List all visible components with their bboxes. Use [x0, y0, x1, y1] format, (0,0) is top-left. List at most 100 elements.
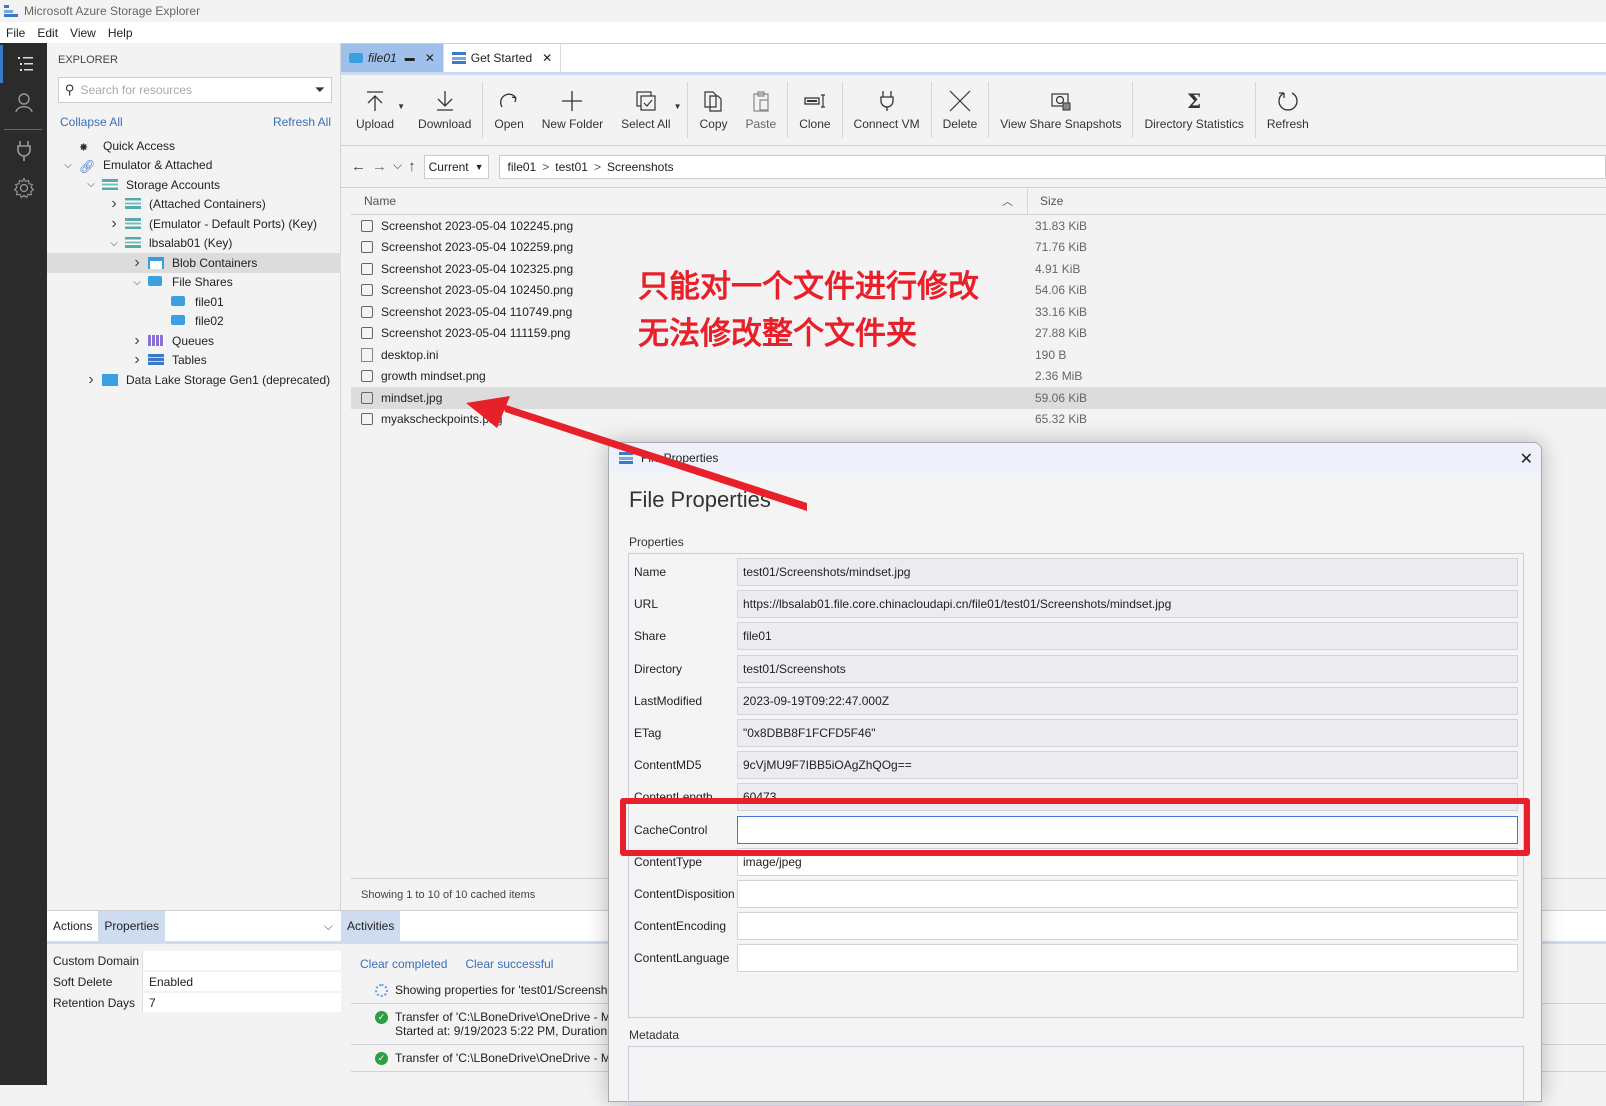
tab-actions[interactable]: Actions: [47, 911, 98, 941]
refresh-button[interactable]: Refresh: [1258, 80, 1318, 140]
chevron-right-icon[interactable]: ›: [130, 332, 144, 350]
tree-item[interactable]: › Queues: [47, 331, 341, 351]
tree-item[interactable]: › Tables: [47, 351, 341, 371]
name-field[interactable]: [737, 558, 1518, 586]
explorer-button[interactable]: [0, 45, 47, 83]
connect-button[interactable]: [0, 131, 47, 169]
clone-button[interactable]: Clone: [790, 80, 839, 140]
chevron-right-icon[interactable]: ›: [107, 215, 121, 233]
copy-button[interactable]: Copy: [690, 80, 736, 140]
property-value[interactable]: 7: [143, 993, 341, 1012]
collapse-all-link[interactable]: Collapse All: [60, 115, 123, 129]
tree-item[interactable]: › Data Lake Storage Gen1 (deprecated): [47, 370, 341, 390]
url-field[interactable]: [737, 590, 1518, 619]
forward-arrow-icon[interactable]: →: [372, 158, 387, 175]
chevron-right-icon[interactable]: ›: [130, 351, 144, 369]
property-field-label: ContentMD5: [634, 758, 702, 773]
lastmodified-field[interactable]: [737, 686, 1518, 715]
delete-button[interactable]: Delete: [934, 80, 987, 140]
dialog-close-icon[interactable]: ✕: [1520, 449, 1533, 469]
directory-field[interactable]: [737, 654, 1518, 683]
share-field[interactable]: [737, 622, 1518, 651]
tree-item[interactable]: ⌵ File Shares: [47, 273, 341, 293]
scope-dropdown[interactable]: Current ▼: [423, 154, 489, 179]
download-button[interactable]: Download: [409, 80, 480, 140]
select-all-dropdown-caret-icon[interactable]: ▼: [674, 102, 682, 111]
contentmd5-field[interactable]: [737, 751, 1518, 780]
tree-item[interactable]: ⌵ Storage Accounts: [47, 175, 341, 195]
account-button[interactable]: [0, 83, 47, 121]
chevron-down-icon[interactable]: ⌵: [107, 238, 121, 249]
tree-item[interactable]: file01: [47, 292, 341, 312]
refresh-all-link[interactable]: Refresh All: [273, 115, 331, 129]
tree-item[interactable]: › Blob Containers: [47, 253, 341, 273]
file-list-header: Name ︿ Size: [351, 187, 1606, 215]
file-row[interactable]: Screenshot 2023-05-04 102245.png 31.83 Ki…: [351, 215, 1606, 237]
chevron-right-icon[interactable]: ›: [107, 195, 121, 213]
close-tab-file01-icon[interactable]: ✕: [425, 51, 435, 65]
tree-item-label: lbsalab01 (Key): [149, 236, 233, 251]
clear-successful-link[interactable]: Clear successful: [465, 957, 553, 971]
file-share-icon: [171, 315, 187, 327]
select-all-button[interactable]: Select All ▼: [612, 80, 682, 140]
breadcrumb-test01[interactable]: test01: [555, 160, 588, 174]
tree-item[interactable]: › (Emulator - Default Ports) (Key): [47, 214, 341, 234]
tree-item[interactable]: file02: [47, 312, 341, 332]
directory-statistics-button[interactable]: Σ Directory Statistics: [1135, 80, 1252, 140]
property-value[interactable]: [143, 951, 341, 970]
history-chevron-down-icon[interactable]: ⌵: [393, 158, 402, 175]
upload-button[interactable]: Upload ▼: [347, 80, 405, 140]
panel-chevron-down-icon[interactable]: ⌵: [318, 911, 341, 941]
contentlanguage-field[interactable]: [737, 944, 1518, 973]
new-folder-button[interactable]: New Folder: [533, 80, 612, 140]
tree-item[interactable]: ✸ Quick Access: [47, 136, 341, 156]
file-row[interactable]: myakscheckpoints.png 65.32 KiB: [351, 409, 1606, 431]
settings-button[interactable]: [0, 169, 47, 207]
chevron-down-icon[interactable]: ⌵: [130, 277, 144, 288]
etag-field[interactable]: [737, 719, 1518, 747]
open-button[interactable]: Open: [485, 80, 532, 140]
menu-edit[interactable]: Edit: [37, 26, 58, 40]
breadcrumb-screenshots[interactable]: Screenshots: [607, 160, 674, 174]
tree-item[interactable]: ⌵ lbsalab01 (Key): [47, 234, 341, 254]
breadcrumb-separator-icon: >: [542, 159, 550, 174]
file-row[interactable]: growth mindset.png 2.36 MiB: [351, 366, 1606, 388]
metadata-section-label: Metadata: [629, 1028, 680, 1042]
breadcrumb-file01[interactable]: file01: [508, 160, 537, 174]
tree-item[interactable]: ⌵ 🔗︎ Emulator & Attached: [47, 156, 341, 176]
view-share-snapshots-button[interactable]: View Share Snapshots: [991, 80, 1130, 140]
file-row[interactable]: Screenshot 2023-05-04 102259.png 71.76 Ki…: [351, 237, 1606, 259]
column-header-size[interactable]: Size: [1028, 194, 1063, 208]
back-arrow-icon[interactable]: ←: [351, 158, 366, 175]
search-input[interactable]: [80, 83, 315, 97]
file-row[interactable]: mindset.jpg 59.06 KiB: [351, 387, 1606, 409]
connect-vm-button[interactable]: Connect VM: [845, 80, 929, 140]
chevron-right-icon[interactable]: ›: [130, 254, 144, 272]
filter-icon[interactable]: ⏷: [315, 82, 325, 98]
tab-properties[interactable]: Properties: [98, 911, 166, 941]
clear-completed-link[interactable]: Clear completed: [360, 957, 447, 971]
contentdisposition-field[interactable]: [737, 880, 1518, 908]
contentencoding-field[interactable]: [737, 912, 1518, 941]
menu-view[interactable]: View: [70, 26, 96, 40]
upload-dropdown-caret-icon[interactable]: ▼: [397, 102, 405, 111]
chevron-right-icon[interactable]: ›: [84, 371, 98, 389]
quick-access-icon: ✸: [79, 141, 89, 154]
column-header-name[interactable]: Name ︿: [351, 187, 1028, 215]
explorer-icon: [18, 57, 33, 71]
paste-button[interactable]: Paste: [737, 80, 786, 140]
chevron-down-icon[interactable]: ⌵: [84, 179, 98, 190]
file-size: 65.32 KiB: [1035, 412, 1088, 427]
chevron-down-icon[interactable]: ⌵: [61, 160, 75, 171]
toolbar-divider: [687, 82, 689, 138]
tab-file01[interactable]: file01 ▬ ✕: [341, 44, 444, 72]
tab-get-started[interactable]: Get Started ✕: [444, 44, 562, 72]
property-value[interactable]: Enabled: [143, 972, 341, 991]
menu-help[interactable]: Help: [108, 26, 133, 40]
tree-item[interactable]: › (Attached Containers): [47, 195, 341, 215]
close-tab-get-started-icon[interactable]: ✕: [542, 51, 552, 65]
tab-activities[interactable]: Activities: [341, 911, 401, 941]
property-field-label: ETag: [634, 726, 662, 740]
up-arrow-icon[interactable]: ↑: [408, 158, 416, 175]
menu-file[interactable]: File: [6, 26, 25, 40]
